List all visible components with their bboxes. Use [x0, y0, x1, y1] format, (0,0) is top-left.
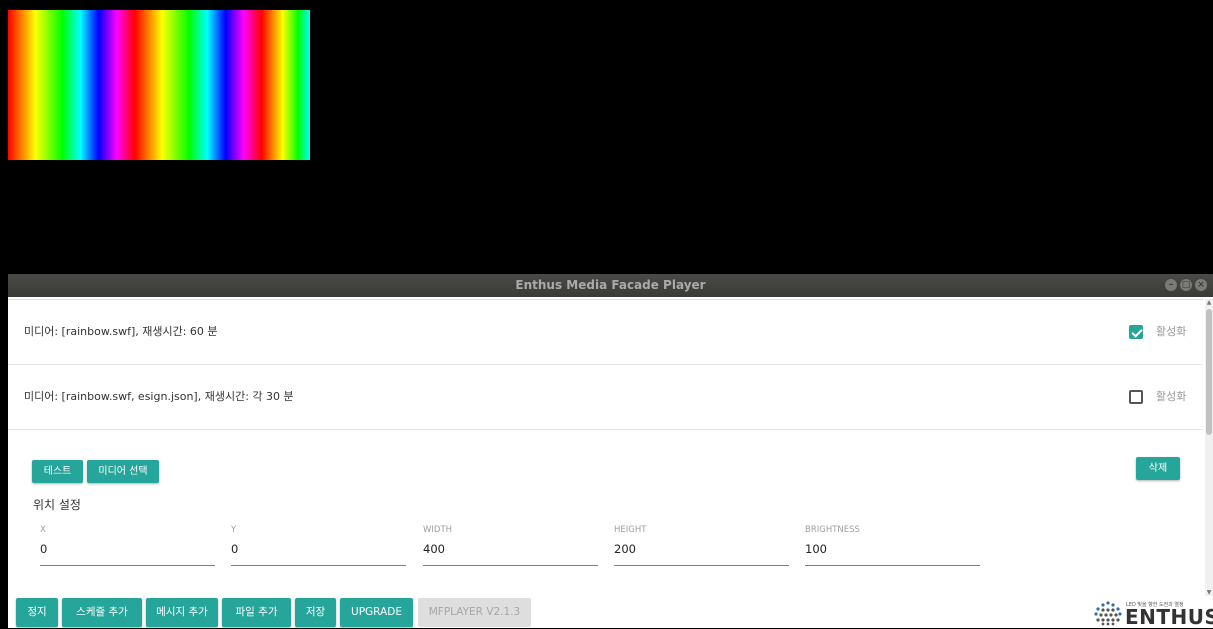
logo-wordmark: ENTHUS [1125, 605, 1213, 629]
stop-button[interactable]: 정지 [16, 598, 58, 627]
width-field[interactable]: WIDTH 400 [423, 525, 598, 566]
scroll-up-icon[interactable]: ▲ [1205, 299, 1213, 306]
add-message-button[interactable]: 메시지 추가 [146, 598, 218, 627]
width-label: WIDTH [423, 525, 453, 535]
test-button[interactable]: 테스트 [32, 460, 83, 483]
height-field[interactable]: HEIGHT 200 [614, 525, 789, 566]
media-select-button[interactable]: 미디어 선택 [87, 460, 159, 483]
minimize-icon[interactable]: – [1165, 279, 1177, 291]
player-window: Enthus Media Facade Player – □ × 미디어: [r… [8, 274, 1213, 628]
activate-checkbox[interactable] [1129, 390, 1143, 404]
schedule-description: 미디어: [rainbow.swf], 재생시간: 60 분 [24, 325, 218, 338]
save-button[interactable]: 저장 [295, 598, 336, 627]
upgrade-button[interactable]: UPGRADE [340, 598, 413, 627]
window-titlebar[interactable]: Enthus Media Facade Player – □ × [8, 274, 1213, 297]
enthus-logo: LED 빛을 향한 도전과 열정 ENTHUS [1092, 598, 1213, 628]
close-icon[interactable]: × [1195, 279, 1207, 291]
schedule-list: 미디어: [rainbow.swf], 재생시간: 60 분 활성화 미디어: … [8, 299, 1203, 597]
rainbow-preview [8, 10, 310, 160]
add-file-button[interactable]: 파일 추가 [222, 598, 291, 627]
y-label: Y [231, 525, 237, 535]
y-field[interactable]: Y 0 [231, 525, 406, 566]
activate-label: 활성화 [1156, 325, 1187, 338]
add-schedule-button[interactable]: 스케쥴 추가 [62, 598, 142, 627]
brightness-label: BRIGHTNESS [805, 525, 860, 535]
scroll-down-icon[interactable]: ▼ [1205, 589, 1213, 596]
logo-dots-icon [1094, 601, 1122, 626]
x-field[interactable]: X 0 [40, 525, 215, 566]
delete-button[interactable]: 삭제 [1136, 457, 1180, 480]
activate-label: 활성화 [1156, 390, 1187, 403]
brightness-field[interactable]: BRIGHTNESS 100 [805, 525, 980, 566]
height-label: HEIGHT [614, 525, 647, 535]
x-label: X [40, 525, 46, 535]
height-input[interactable]: 200 [614, 537, 789, 566]
activate-checkbox[interactable] [1129, 325, 1143, 339]
version-button: MFPLAYER V2.1.3 [418, 598, 531, 627]
schedule-row[interactable]: 미디어: [rainbow.swf], 재생시간: 60 분 활성화 [8, 300, 1203, 365]
y-input[interactable]: 0 [231, 537, 406, 566]
scrollbar-thumb[interactable] [1206, 309, 1212, 435]
position-settings-title: 위치 설정 [33, 498, 81, 512]
maximize-icon[interactable]: □ [1180, 279, 1192, 291]
brightness-input[interactable]: 100 [805, 537, 980, 566]
x-input[interactable]: 0 [40, 537, 215, 566]
width-input[interactable]: 400 [423, 537, 598, 566]
schedule-description: 미디어: [rainbow.swf, esign.json], 재생시간: 각 … [24, 390, 294, 403]
window-title: Enthus Media Facade Player [515, 278, 706, 292]
schedule-row[interactable]: 미디어: [rainbow.swf, esign.json], 재생시간: 각 … [8, 365, 1203, 430]
vertical-scrollbar[interactable]: ▲ ▼ [1205, 299, 1213, 596]
